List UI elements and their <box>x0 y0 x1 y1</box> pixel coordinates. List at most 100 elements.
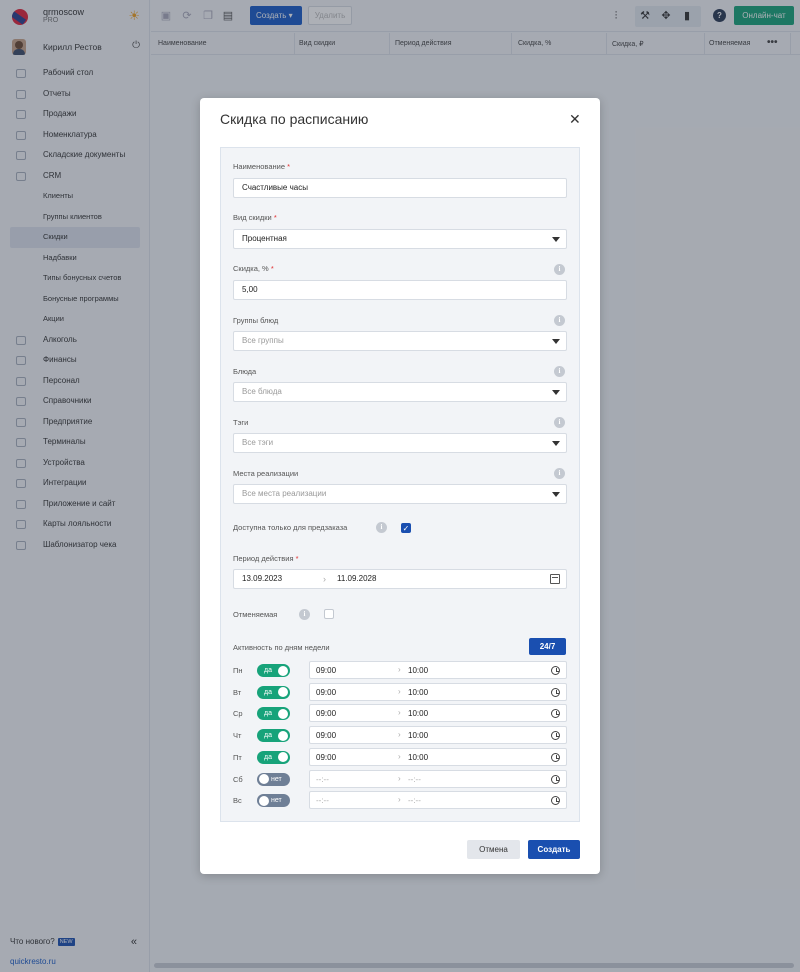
name-label-text: Наименование <box>233 162 285 171</box>
weekday-toggle[interactable]: да <box>257 664 290 677</box>
period-range-input[interactable]: 13.09.2023 › 11.09.2028 <box>233 569 567 589</box>
places-select[interactable]: Все места реализации <box>233 484 567 504</box>
weekday-row: Вт да 09:00 › 10:00 <box>233 682 567 703</box>
time-to[interactable]: 10:00 <box>408 688 428 697</box>
cancelable-checkbox[interactable] <box>324 609 334 619</box>
clock-icon[interactable] <box>551 687 560 697</box>
period-from[interactable]: 13.09.2023 <box>242 570 282 588</box>
dishes-label: Блюда <box>233 367 257 376</box>
clock-icon[interactable] <box>551 752 560 762</box>
range-arrow-icon: › <box>398 708 401 718</box>
all-week-button[interactable]: 24/7 <box>529 638 566 655</box>
clock-icon[interactable] <box>551 666 560 675</box>
required-marker: * <box>270 264 274 273</box>
range-arrow-icon: › <box>323 574 326 584</box>
dishes-select[interactable]: Все блюда <box>233 382 567 402</box>
time-from[interactable]: 09:00 <box>316 709 336 718</box>
weekday-toggle[interactable]: да <box>257 685 290 699</box>
caret-down-icon <box>552 339 560 344</box>
places-placeholder: Все места реализации <box>242 489 327 498</box>
name-input[interactable]: Счастливые часы <box>233 178 567 198</box>
weekday-toggle[interactable]: нет <box>257 772 290 786</box>
info-icon[interactable]: i <box>299 609 310 620</box>
weekday-row: Вс нет --:-- › --:-- <box>233 791 567 811</box>
info-icon[interactable]: i <box>554 468 565 479</box>
toggle-knob <box>259 774 269 784</box>
required-marker: * <box>295 554 299 563</box>
preorder-checkbox[interactable]: ✓ <box>401 523 411 533</box>
time-from[interactable]: --:-- <box>316 796 329 805</box>
name-label: Наименование * <box>233 162 290 171</box>
discount-input[interactable]: 5,00 <box>233 280 567 300</box>
clock-icon[interactable] <box>551 731 560 741</box>
cancelable-label: Отменяемая <box>233 610 278 619</box>
range-arrow-icon: › <box>398 730 401 740</box>
kind-select-value: Процентная <box>242 234 287 243</box>
places-label: Места реализации <box>233 469 299 478</box>
info-icon[interactable]: i <box>554 417 565 428</box>
weekday-toggle-label: да <box>264 732 272 740</box>
time-range-input[interactable]: --:-- › --:-- <box>309 769 567 788</box>
weekday-row: Ср да 09:00 › 10:00 <box>233 704 567 724</box>
time-from[interactable]: 09:00 <box>316 666 336 675</box>
time-to[interactable]: 10:00 <box>408 709 428 718</box>
time-to[interactable]: 10:00 <box>408 666 428 675</box>
time-range-input[interactable]: --:-- › --:-- <box>309 791 567 810</box>
clock-icon[interactable] <box>551 796 560 806</box>
weekday-toggle-label: нет <box>271 797 282 805</box>
tags-select[interactable]: Все тэги <box>233 433 567 453</box>
time-range-input[interactable]: 09:00 › 10:00 <box>309 661 567 679</box>
weekday-toggle-label: да <box>264 753 272 761</box>
close-icon[interactable]: ✕ <box>569 112 581 126</box>
clock-icon[interactable] <box>551 774 560 784</box>
toggle-knob <box>278 708 288 719</box>
weekday-toggle-label: да <box>264 688 272 696</box>
dish-groups-label: Группы блюд <box>233 316 279 325</box>
weekday-toggle-label: нет <box>271 775 282 783</box>
caret-down-icon <box>552 441 560 446</box>
weekday-toggle[interactable]: да <box>257 707 290 721</box>
time-to[interactable]: 10:00 <box>408 731 428 740</box>
time-from[interactable]: 09:00 <box>316 731 336 740</box>
time-range-input[interactable]: 09:00 › 10:00 <box>309 726 567 745</box>
time-from[interactable]: 09:00 <box>316 753 336 762</box>
weekday-label: Пт <box>233 752 242 762</box>
calendar-icon[interactable] <box>550 574 560 584</box>
weekday-row: Чт да 09:00 › 10:00 <box>233 726 567 746</box>
time-to[interactable]: 10:00 <box>408 753 428 762</box>
info-icon[interactable]: i <box>554 315 565 326</box>
range-arrow-icon: › <box>398 751 401 761</box>
form-panel: Наименование * Счастливые часы Вид скидк… <box>220 147 580 822</box>
period-to[interactable]: 11.09.2028 <box>337 570 376 588</box>
cancel-button[interactable]: Отмена <box>467 840 520 859</box>
weekday-label: Вс <box>233 796 242 806</box>
time-range-input[interactable]: 09:00 › 10:00 <box>309 704 567 723</box>
toggle-knob <box>278 665 288 676</box>
required-marker: * <box>287 162 291 171</box>
period-label: Период действия * <box>233 554 299 563</box>
info-icon[interactable]: i <box>554 264 565 275</box>
kind-select[interactable]: Процентная <box>233 229 567 249</box>
time-range-input[interactable]: 09:00 › 10:00 <box>309 682 567 701</box>
time-range-input[interactable]: 09:00 › 10:00 <box>309 747 567 766</box>
dishes-placeholder: Все блюда <box>242 387 282 396</box>
weekday-label: Сб <box>233 774 243 784</box>
weekday-toggle[interactable]: да <box>257 729 290 743</box>
time-to[interactable]: --:-- <box>408 775 421 784</box>
time-from[interactable]: --:-- <box>316 775 329 784</box>
caret-down-icon <box>552 390 560 395</box>
dish-groups-select[interactable]: Все группы <box>233 331 567 351</box>
dialog-title: Скидка по расписанию <box>220 111 369 127</box>
range-arrow-icon: › <box>398 665 401 674</box>
info-icon[interactable]: i <box>554 366 565 377</box>
weekday-toggle[interactable]: нет <box>257 794 290 808</box>
weekday-row: Сб нет --:-- › --:-- <box>233 769 567 790</box>
time-to[interactable]: --:-- <box>408 796 421 805</box>
create-submit-button[interactable]: Создать <box>528 840 580 859</box>
clock-icon[interactable] <box>551 709 560 719</box>
weekday-toggle-label: да <box>264 710 272 718</box>
info-icon[interactable]: i <box>376 522 387 533</box>
weekday-toggle[interactable]: да <box>257 750 290 764</box>
range-arrow-icon: › <box>398 795 401 805</box>
time-from[interactable]: 09:00 <box>316 688 336 697</box>
